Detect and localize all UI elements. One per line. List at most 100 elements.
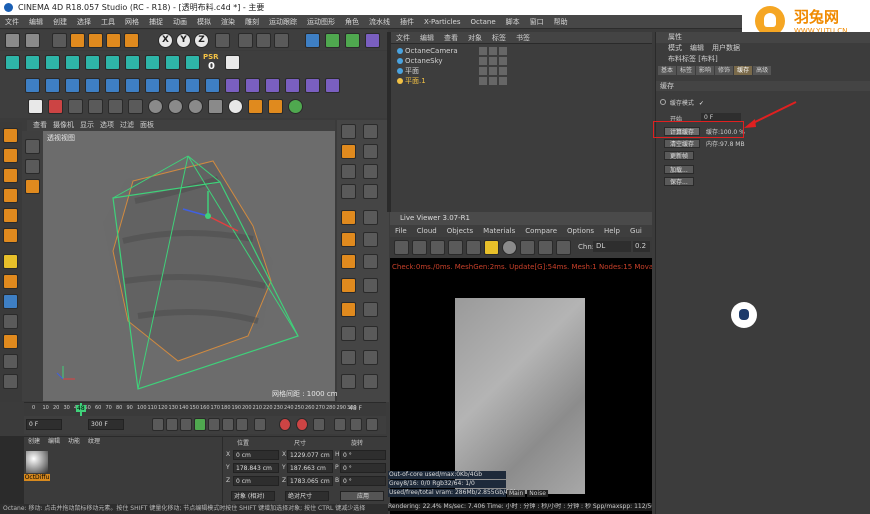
- load-button[interactable]: 加载...: [664, 165, 694, 174]
- live-viewer-menu-item[interactable]: Compare: [520, 225, 562, 237]
- lock-workplane-icon[interactable]: [3, 354, 18, 369]
- attribute-menu-item[interactable]: 模式: [668, 44, 682, 52]
- plugin-icon[interactable]: [125, 78, 140, 93]
- tool-icon[interactable]: [363, 184, 378, 199]
- scatter-icon[interactable]: [248, 99, 263, 114]
- pick-icon[interactable]: [556, 240, 571, 255]
- menu-item[interactable]: 角色: [340, 15, 364, 29]
- workplane-icon[interactable]: [3, 168, 18, 183]
- tool-icon[interactable]: [341, 184, 356, 199]
- z-axis-lock-button[interactable]: Z: [194, 33, 209, 48]
- tool-icon[interactable]: [341, 164, 356, 179]
- plugin-icon[interactable]: [105, 78, 120, 93]
- octane-settings-icon[interactable]: [288, 99, 303, 114]
- menu-item[interactable]: 网格: [120, 15, 144, 29]
- live-viewer-menu-item[interactable]: Cloud: [412, 225, 442, 237]
- object-menu-item[interactable]: 书签: [511, 32, 535, 44]
- tag-icon[interactable]: [499, 77, 507, 85]
- points-mode-icon[interactable]: [3, 188, 18, 203]
- tool-icon[interactable]: [363, 326, 378, 341]
- viewport-menu-item[interactable]: 选项: [100, 121, 114, 129]
- size-field[interactable]: 187.663 cm: [287, 463, 333, 473]
- menu-item[interactable]: X-Particles: [419, 15, 465, 29]
- end-frame-field[interactable]: 300 F: [88, 419, 124, 430]
- rotation-field[interactable]: 0 °: [340, 450, 386, 460]
- tool-icon[interactable]: [363, 254, 378, 269]
- live-viewer-menu-item[interactable]: Gui: [625, 225, 647, 237]
- tag-icon[interactable]: [489, 77, 497, 85]
- stop-render-icon[interactable]: [430, 240, 445, 255]
- prev-frame-icon[interactable]: [180, 418, 192, 431]
- menu-item[interactable]: 窗口: [525, 15, 549, 29]
- start-frame-field[interactable]: 0 F: [26, 419, 62, 430]
- tag-icon[interactable]: [489, 57, 497, 65]
- material-sphere-icon[interactable]: [168, 99, 183, 114]
- live-viewer-menu-item[interactable]: Materials: [478, 225, 520, 237]
- plugin-icon[interactable]: [25, 55, 40, 70]
- plugin-icon[interactable]: [265, 78, 280, 93]
- y-axis-lock-button[interactable]: Y: [176, 33, 191, 48]
- position-field[interactable]: 0 cm: [233, 476, 279, 486]
- octane-target-icon[interactable]: [108, 99, 123, 114]
- plugin-icon[interactable]: [205, 78, 220, 93]
- object-menu-item[interactable]: 编辑: [415, 32, 439, 44]
- plugin-icon[interactable]: [85, 78, 100, 93]
- live-viewer-menu-item[interactable]: File: [390, 225, 412, 237]
- perspective-viewport[interactable]: [43, 131, 335, 401]
- focus-picker-icon[interactable]: [520, 240, 535, 255]
- scatter-icon[interactable]: [268, 99, 283, 114]
- edges-mode-icon[interactable]: [3, 208, 18, 223]
- plugin-icon[interactable]: [105, 55, 120, 70]
- object-menu-item[interactable]: 标签: [487, 32, 511, 44]
- psr-reset-icon[interactable]: [225, 55, 240, 70]
- redo-icon[interactable]: [25, 33, 40, 48]
- menu-item[interactable]: 创建: [48, 15, 72, 29]
- plugin-icon[interactable]: [185, 78, 200, 93]
- record-icon[interactable]: [279, 418, 291, 431]
- tool-icon[interactable]: [363, 232, 378, 247]
- viewport-menu-item[interactable]: 显示: [80, 121, 94, 129]
- scale-tool-icon[interactable]: [88, 33, 103, 48]
- viewport-menu-item[interactable]: 面板: [140, 121, 154, 129]
- object-menu-item[interactable]: 对象: [463, 32, 487, 44]
- apply-button[interactable]: 应用: [340, 491, 384, 501]
- menu-item[interactable]: 运动图形: [302, 15, 340, 29]
- material-sphere-icon[interactable]: [228, 99, 243, 114]
- tag-icon[interactable]: [479, 67, 487, 75]
- material-sphere-icon[interactable]: [148, 99, 163, 114]
- lock-icon[interactable]: [484, 240, 499, 255]
- plugin-icon[interactable]: [185, 55, 200, 70]
- material-menu-item[interactable]: 功能: [64, 437, 84, 447]
- update-frame-button[interactable]: 更新帧: [664, 151, 695, 160]
- polygons-mode-icon[interactable]: [3, 228, 18, 243]
- render-picture-viewer-icon[interactable]: [256, 33, 271, 48]
- render-settings-icon[interactable]: [274, 33, 289, 48]
- model-mode-icon[interactable]: [3, 128, 18, 143]
- loop-icon[interactable]: [254, 418, 266, 431]
- brush-tool-icon[interactable]: [25, 159, 40, 174]
- tool-icon[interactable]: [363, 302, 378, 317]
- tool-icon[interactable]: [363, 374, 378, 389]
- menu-item[interactable]: 动画: [168, 15, 192, 29]
- plugin-icon[interactable]: [285, 78, 300, 93]
- coordinate-system-icon[interactable]: [215, 33, 230, 48]
- magnet-icon[interactable]: [3, 334, 18, 349]
- octane-material-icon[interactable]: [128, 99, 143, 114]
- size-field[interactable]: 1229.077 cm: [287, 450, 333, 460]
- menu-item[interactable]: 编辑: [24, 15, 48, 29]
- attribute-menu-item[interactable]: 编辑: [690, 44, 704, 52]
- pen-spline-icon[interactable]: [325, 33, 340, 48]
- octane-light-icon[interactable]: [68, 99, 83, 114]
- tab-noise[interactable]: Noise: [527, 490, 548, 497]
- attribute-tab[interactable]: 标签: [677, 66, 696, 75]
- plugin-icon[interactable]: [145, 55, 160, 70]
- rotation-field[interactable]: 0 °: [340, 463, 386, 473]
- texture-icon[interactable]: [208, 99, 223, 114]
- snap-icon[interactable]: [3, 294, 18, 309]
- restart-render-icon[interactable]: [412, 240, 427, 255]
- attribute-tab[interactable]: 影响: [696, 66, 715, 75]
- menu-item[interactable]: 文件: [0, 15, 24, 29]
- viewport-menu-item[interactable]: 查看: [33, 121, 47, 129]
- material-menu-item[interactable]: 编辑: [44, 437, 64, 447]
- tweak-icon[interactable]: [3, 274, 18, 289]
